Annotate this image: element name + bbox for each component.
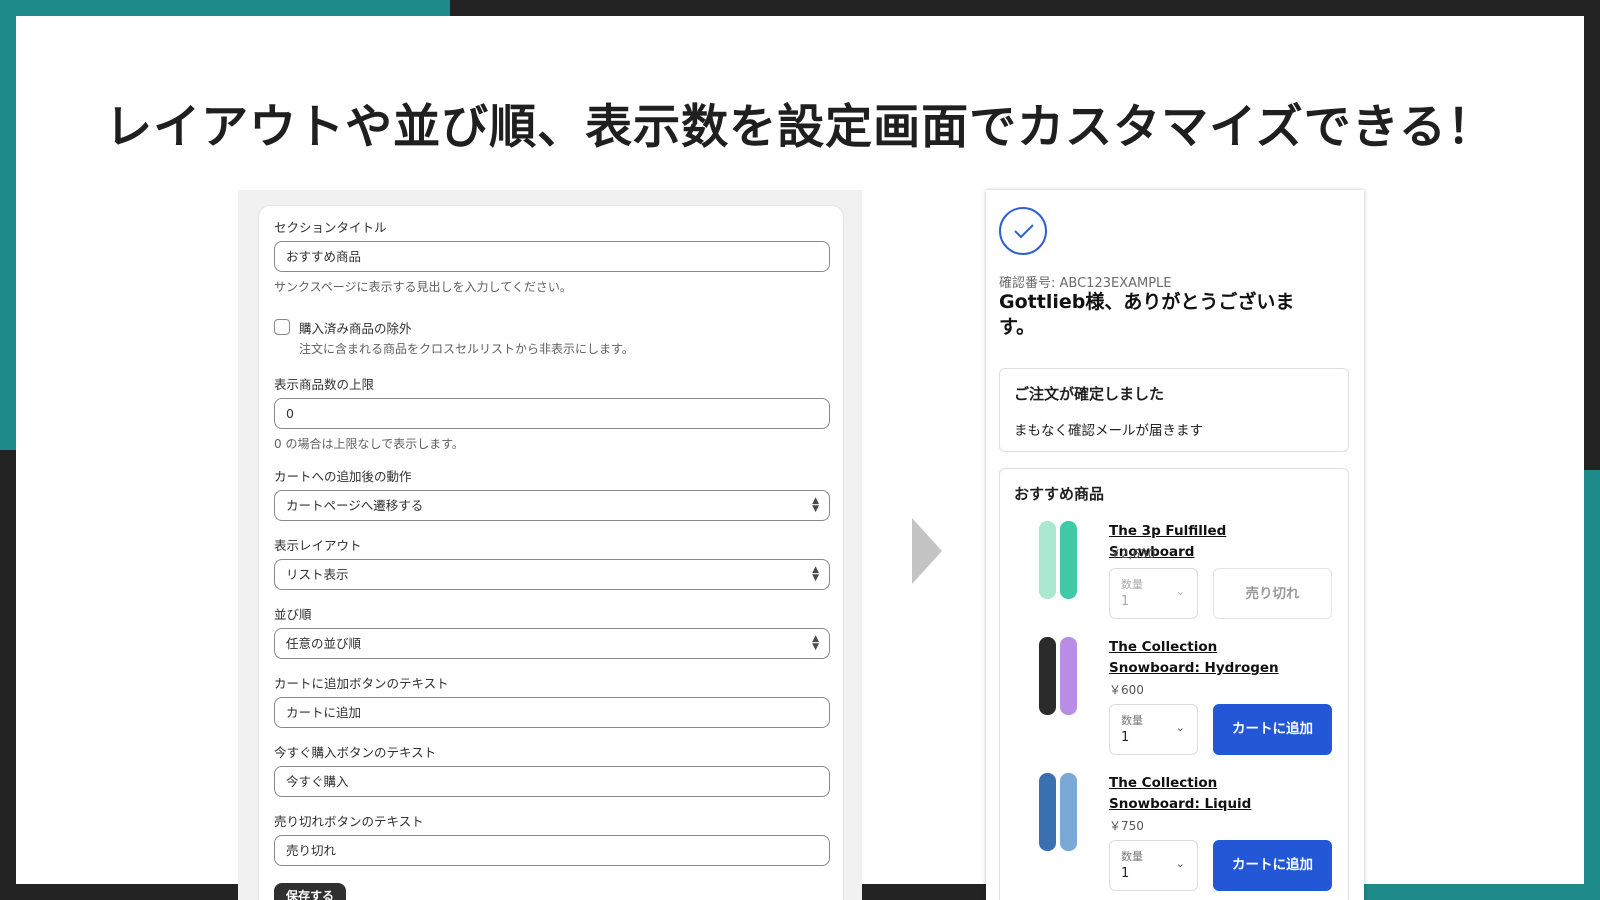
max-products-input[interactable]: 0 (274, 398, 830, 429)
sold-out-button[interactable]: 売り切れ (1213, 568, 1332, 619)
product-item: The 3p Fulfilled Snowboard ￥2,630 数量 1 ⌄… (1000, 521, 1350, 651)
quantity-value: 1 (1121, 594, 1130, 609)
settings-panel: セクションタイトル おすすめ商品 サンクスページに表示する見出しを入力してくださ… (238, 190, 862, 900)
order-confirmed-title: ご注文が確定しました (1014, 385, 1165, 403)
section-title-label: セクションタイトル (274, 220, 387, 235)
product-item: The Collection Snowboard: Liquid ￥750 数量… (1000, 773, 1350, 900)
settings-card: セクションタイトル おすすめ商品 サンクスページに表示する見出しを入力してくださ… (258, 205, 844, 900)
add-to-cart-button[interactable]: カートに追加 (1213, 840, 1332, 891)
chevron-down-icon: ⌄ (1175, 721, 1185, 734)
product-image (1030, 637, 1080, 715)
quantity-value: 1 (1121, 730, 1130, 745)
quantity-select[interactable]: 数量 1 ⌄ (1109, 704, 1198, 755)
layout-label: 表示レイアウト (274, 538, 362, 553)
add-to-cart-text-field: カートに追加ボタンのテキスト カートに追加 (274, 675, 830, 728)
exclude-purchased-checkbox[interactable] (274, 319, 290, 335)
section-title-help: サンクスページに表示する見出しを入力してください。 (274, 280, 572, 294)
layout-field: 表示レイアウト リスト表示 ▲ ▼ (274, 537, 830, 590)
quantity-label: 数量 (1121, 850, 1143, 863)
thank-you-page: 確認番号: ABC123EXAMPLE Gottlieb様、ありがとうございます… (986, 190, 1364, 900)
recommendations-box: おすすめ商品 The 3p Fulfilled Snowboard ￥2,630… (999, 468, 1349, 900)
sold-out-text-label: 売り切れボタンのテキスト (274, 814, 424, 829)
after-add-action-select[interactable]: カートページへ遷移する ▲ ▼ (274, 490, 830, 521)
sold-out-text-input[interactable]: 売り切れ (274, 835, 830, 866)
select-chevron-icon: ▲ ▼ (812, 496, 819, 514)
chevron-down-icon: ⌄ (1175, 585, 1185, 598)
after-add-action-value: カートページへ遷移する (286, 498, 424, 513)
quantity-select[interactable]: 数量 1 ⌄ (1109, 840, 1198, 891)
arrow-right-icon (912, 518, 942, 584)
sort-order-value: 任意の並び順 (286, 636, 362, 651)
product-price: ￥2,630 (1109, 547, 1156, 561)
sort-order-field: 並び順 任意の並び順 ▲ ▼ (274, 606, 830, 659)
sort-order-select[interactable]: 任意の並び順 ▲ ▼ (274, 628, 830, 659)
sold-out-text-field: 売り切れボタンのテキスト 売り切れ (274, 813, 830, 866)
chevron-down-icon: ⌄ (1175, 857, 1185, 870)
product-image (1030, 521, 1080, 599)
add-to-cart-text-input[interactable]: カートに追加 (274, 697, 830, 728)
max-products-label: 表示商品数の上限 (274, 377, 375, 392)
thank-you-title: Gottlieb様、ありがとうございます。 (999, 291, 1295, 338)
headline: レイアウトや並び順、表示数を設定画面でカスタマイズできる！ (105, 100, 1495, 155)
recommendations-title: おすすめ商品 (1014, 485, 1105, 503)
confirmation-number: 確認番号: ABC123EXAMPLE (999, 276, 1172, 291)
quantity-label: 数量 (1121, 714, 1143, 727)
after-add-action-field: カートへの追加後の動作 カートページへ遷移する ▲ ▼ (274, 468, 830, 521)
max-products-field: 表示商品数の上限 0 0 の場合は上限なしで表示します。 (274, 376, 830, 452)
add-to-cart-button[interactable]: カートに追加 (1213, 704, 1332, 755)
add-to-cart-text-label: カートに追加ボタンのテキスト (274, 676, 449, 691)
max-products-help: 0 の場合は上限なしで表示します。 (274, 437, 464, 451)
product-price: ￥750 (1109, 819, 1144, 833)
buy-now-text-field: 今すぐ購入ボタンのテキスト 今すぐ購入 (274, 744, 830, 797)
buy-now-text-label: 今すぐ購入ボタンのテキスト (274, 745, 437, 760)
order-confirmed-text: まもなく確認メールが届きます (1014, 423, 1203, 439)
product-price: ￥600 (1109, 683, 1144, 697)
quantity-label: 数量 (1121, 578, 1143, 591)
buy-now-text-input[interactable]: 今すぐ購入 (274, 766, 830, 797)
product-item: The Collection Snowboard: Hydrogen ￥600 … (1000, 637, 1350, 767)
section-title-input[interactable]: おすすめ商品 (274, 241, 830, 272)
sort-order-label: 並び順 (274, 607, 312, 622)
select-chevron-icon: ▲ ▼ (812, 634, 819, 652)
product-name-link[interactable]: The Collection Snowboard: Liquid (1109, 773, 1309, 815)
product-name-link[interactable]: The Collection Snowboard: Hydrogen (1109, 637, 1309, 679)
product-image (1030, 773, 1080, 851)
check-circle-icon (999, 207, 1047, 255)
exclude-purchased-help: 注文に含まれる商品をクロスセルリストから非表示にします。 (299, 342, 634, 356)
layout-value: リスト表示 (286, 567, 349, 582)
order-confirmed-box: ご注文が確定しました まもなく確認メールが届きます (999, 368, 1349, 452)
save-button[interactable]: 保存する (274, 883, 347, 900)
quantity-select[interactable]: 数量 1 ⌄ (1109, 568, 1198, 619)
section-title-field: セクションタイトル おすすめ商品 サンクスページに表示する見出しを入力してくださ… (274, 219, 830, 295)
layout-select[interactable]: リスト表示 ▲ ▼ (274, 559, 830, 590)
select-chevron-icon: ▲ ▼ (812, 565, 819, 583)
after-add-action-label: カートへの追加後の動作 (274, 469, 412, 484)
exclude-purchased-label[interactable]: 購入済み商品の除外 (299, 318, 412, 337)
quantity-value: 1 (1121, 866, 1130, 881)
